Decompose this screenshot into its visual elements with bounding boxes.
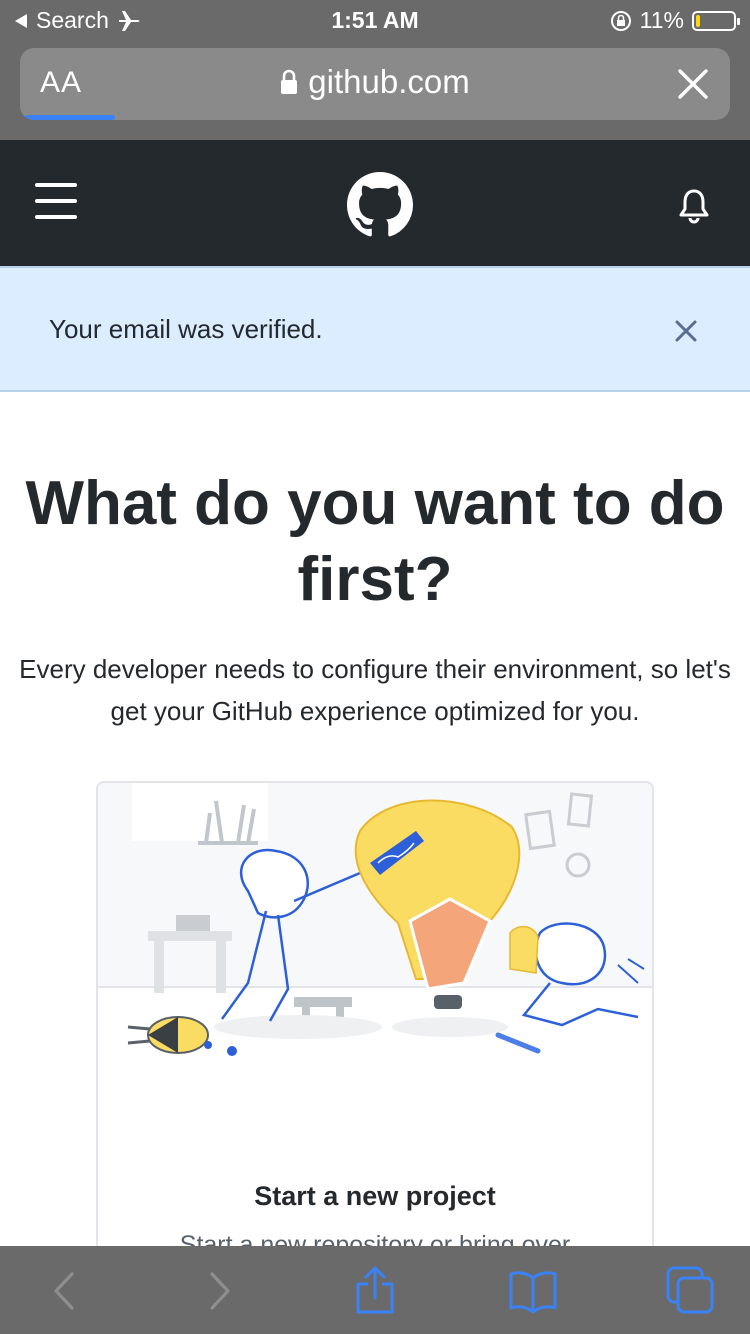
share-icon[interactable] bbox=[350, 1266, 400, 1316]
flash-message: Your email was verified. bbox=[49, 314, 323, 344]
status-bar: Search 1:51 AM 11% bbox=[0, 0, 750, 40]
lock-icon bbox=[281, 69, 298, 94]
back-icon[interactable] bbox=[40, 1266, 90, 1316]
flash-banner: Your email was verified. bbox=[0, 266, 750, 392]
github-header bbox=[0, 140, 750, 266]
stop-loading-icon[interactable] bbox=[674, 65, 712, 103]
tabs-icon[interactable] bbox=[666, 1266, 716, 1316]
forward-icon[interactable] bbox=[194, 1266, 244, 1316]
book-icon[interactable] bbox=[508, 1266, 558, 1316]
safari-toolbar bbox=[0, 1246, 750, 1334]
page-title: What do you want to do first? bbox=[25, 469, 725, 614]
battery-level bbox=[696, 14, 700, 27]
page-load-progress bbox=[24, 115, 115, 120]
url-domain: github.com bbox=[308, 63, 470, 100]
close-icon[interactable] bbox=[673, 318, 699, 344]
hamburger-icon[interactable] bbox=[35, 183, 77, 219]
battery-icon bbox=[692, 10, 740, 31]
card-title: Start a new project bbox=[254, 1181, 496, 1211]
bell-icon[interactable] bbox=[678, 188, 710, 224]
github-octocat-icon[interactable] bbox=[347, 172, 413, 238]
octocat-illustration bbox=[98, 783, 652, 1056]
page-subtitle: Every developer needs to configure their… bbox=[19, 654, 731, 726]
orientation-lock-icon bbox=[610, 10, 631, 31]
battery-percent: 11% bbox=[639, 7, 684, 33]
address-bar[interactable]: AA github.com bbox=[20, 48, 730, 120]
start-project-card[interactable]: Start a new project Start a new reposito… bbox=[96, 781, 654, 1301]
safari-address-area: AA github.com bbox=[0, 40, 750, 140]
